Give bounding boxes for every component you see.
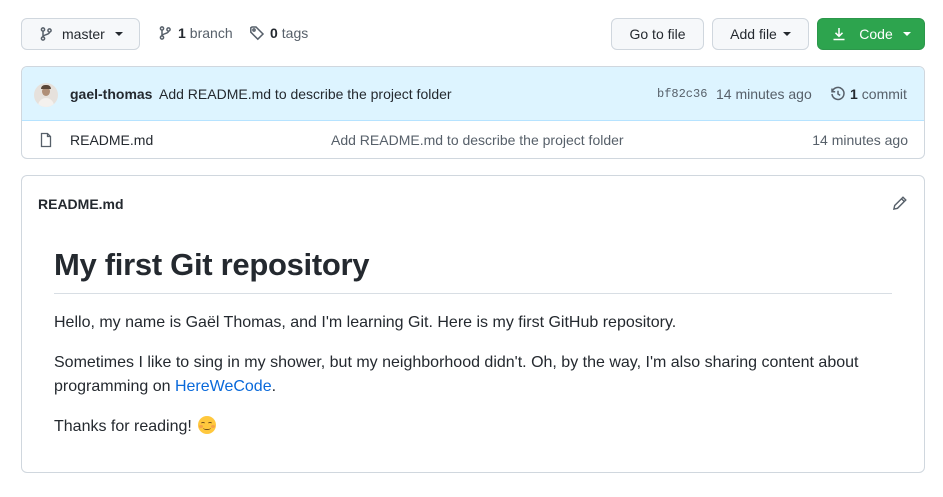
file-icon (38, 132, 54, 148)
history-icon (830, 86, 846, 102)
commit-sha-link[interactable]: bf82c36 (657, 87, 707, 101)
go-to-file-button[interactable]: Go to file (611, 18, 704, 50)
readme-title: My first Git repository (54, 246, 892, 295)
git-branch-icon (157, 25, 173, 41)
pencil-icon[interactable] (892, 195, 908, 211)
go-to-file-label: Go to file (629, 26, 686, 42)
file-commit-time: 14 minutes ago (812, 132, 908, 148)
readme-content: My first Git repository Hello, my name i… (54, 246, 892, 455)
commit-label: commit (861, 86, 907, 102)
add-file-button[interactable]: Add file (712, 18, 809, 50)
commit-message-link[interactable]: Add README.md to describe the project fo… (159, 86, 452, 102)
commit-count: 1 (850, 86, 858, 102)
file-name-link[interactable]: README.md (70, 132, 153, 148)
tag-icon (249, 25, 265, 41)
herewecode-link[interactable]: HereWeCode (175, 378, 272, 395)
commit-author-link[interactable]: gael-thomas (70, 86, 152, 102)
tags-link[interactable]: 0 tags (249, 25, 308, 41)
readme-paragraph-3: Thanks for reading! (54, 415, 892, 439)
commit-history-link[interactable]: 1 commit (830, 86, 907, 102)
git-branch-icon (38, 26, 54, 42)
branch-select-button[interactable]: master (21, 18, 140, 50)
readme-paragraph-1: Hello, my name is Gaël Thomas, and I'm l… (54, 314, 677, 332)
smiling-face-icon (198, 416, 217, 435)
readme-paragraph-2: Sometimes I like to sing in my shower, b… (54, 351, 892, 399)
commit-time: 14 minutes ago (716, 86, 812, 102)
code-button[interactable]: Code (817, 18, 925, 50)
avatar[interactable] (34, 83, 58, 107)
tag-label: tags (281, 25, 309, 41)
add-file-label: Add file (730, 26, 777, 42)
branch-count: 1 (178, 25, 186, 41)
download-icon (831, 26, 847, 42)
branch-name: master (62, 26, 105, 42)
tag-count: 0 (270, 25, 278, 41)
readme-paragraph-2-end: . (271, 378, 277, 396)
chevron-down-icon (902, 32, 911, 36)
file-browser: gael-thomas Add README.md to describe th… (21, 66, 925, 159)
branches-link[interactable]: 1 branch (157, 25, 233, 41)
chevron-down-icon (114, 32, 123, 36)
file-commit-message-link[interactable]: Add README.md to describe the project fo… (331, 132, 624, 148)
chevron-down-icon (782, 32, 791, 36)
latest-commit-bar: gael-thomas Add README.md to describe th… (22, 67, 924, 121)
code-label: Code (859, 26, 893, 42)
readme-paragraph-3-text: Thanks for reading! (54, 418, 192, 436)
branch-label: branch (189, 25, 233, 41)
readme-panel: README.md My first Git repository Hello,… (21, 175, 925, 473)
file-row[interactable]: README.md Add README.md to describe the … (22, 121, 924, 158)
readme-filename-link[interactable]: README.md (38, 196, 124, 212)
